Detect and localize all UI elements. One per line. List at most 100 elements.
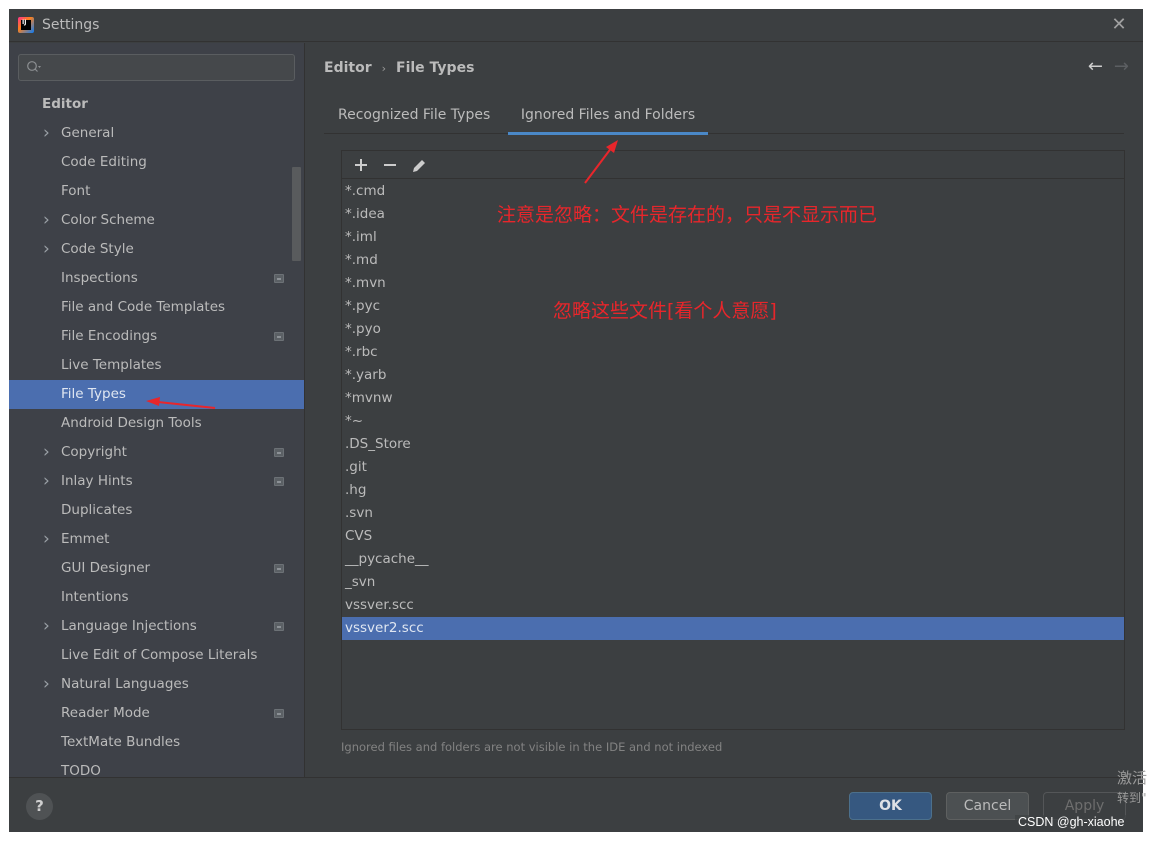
forward-arrow-icon[interactable]: → [1114, 56, 1129, 77]
list-item[interactable]: *mvnw [342, 387, 1124, 410]
help-button[interactable]: ? [26, 793, 53, 820]
add-icon[interactable] [350, 154, 372, 176]
sidebar-item-textmate-bundles[interactable]: TextMate Bundles [9, 728, 304, 757]
project-level-icon [274, 477, 284, 486]
sidebar-item-label: Inspections [61, 270, 138, 286]
sidebar-item-label: File Encodings [61, 328, 158, 344]
ignored-files-panel: *.cmd *.idea *.iml *.md *.mvn *.pyc *.pyo *.rbc… [341, 150, 1125, 730]
tab-bar: Recognized File Types Ignored Files and … [324, 101, 1124, 135]
sidebar-item-inspections[interactable]: Inspections [9, 264, 304, 293]
sidebar-item-live-edit-of-compose-literals[interactable]: Live Edit of Compose Literals [9, 641, 304, 670]
sidebar-item-label: Code Editing [61, 154, 147, 170]
window-title: Settings [42, 17, 100, 33]
breadcrumb: Editor › File Types [324, 60, 474, 76]
sidebar-item-editor[interactable]: Editor [9, 90, 304, 119]
chevron-right-icon[interactable]: › [43, 525, 55, 554]
sidebar-item-copyright[interactable]: › Copyright [9, 438, 304, 467]
sidebar-item-label: Editor [42, 96, 88, 112]
sidebar-item-inlay-hints[interactable]: › Inlay Hints [9, 467, 304, 496]
chevron-right-icon[interactable]: › [43, 670, 55, 699]
project-level-icon [274, 274, 284, 283]
sidebar-item-label: Live Templates [61, 357, 162, 373]
sidebar-item-font[interactable]: Font [9, 177, 304, 206]
annotation-note-ignore-these: 忽略这些文件[看个人意愿] [553, 300, 777, 322]
list-item[interactable]: .hg [342, 479, 1124, 502]
sidebar-item-code-style[interactable]: › Code Style [9, 235, 304, 264]
chevron-right-icon[interactable]: › [43, 438, 55, 467]
list-toolbar [342, 151, 1124, 179]
settings-tree: Editor › General Code Editing Font › Color Sch… [9, 90, 304, 777]
list-item[interactable]: .DS_Store [342, 433, 1124, 456]
back-arrow-icon[interactable]: ← [1088, 56, 1103, 77]
settings-search-box[interactable] [18, 54, 295, 81]
chevron-right-icon[interactable]: › [43, 206, 55, 235]
csdn-watermark: CSDN @gh-xiaohe [1015, 815, 1128, 829]
sidebar-item-file-and-code-templates[interactable]: File and Code Templates [9, 293, 304, 322]
settings-search-input[interactable] [45, 57, 285, 78]
remove-icon[interactable] [379, 154, 401, 176]
list-item[interactable]: __pycache__ [342, 548, 1124, 571]
list-item[interactable]: .git [342, 456, 1124, 479]
tab-ignored-files-and-folders[interactable]: Ignored Files and Folders [508, 101, 708, 135]
project-level-icon [274, 622, 284, 631]
list-item[interactable]: *.rbc [342, 341, 1124, 364]
list-item[interactable]: vssver.scc [342, 594, 1124, 617]
chevron-right-icon[interactable]: › [43, 235, 55, 264]
chevron-right-icon[interactable]: › [43, 467, 55, 496]
sidebar-item-intentions[interactable]: Intentions [9, 583, 304, 612]
sidebar-item-natural-languages[interactable]: › Natural Languages [9, 670, 304, 699]
list-item[interactable]: .svn [342, 502, 1124, 525]
close-icon[interactable]: ✕ [1109, 15, 1129, 35]
list-item[interactable]: _svn [342, 571, 1124, 594]
project-level-icon [274, 448, 284, 457]
sidebar-item-file-types[interactable]: File Types [9, 380, 304, 409]
breadcrumb-separator-icon: › [381, 61, 387, 75]
sidebar-item-duplicates[interactable]: Duplicates [9, 496, 304, 525]
sidebar-scrollbar[interactable] [292, 167, 301, 261]
sidebar-item-label: General [61, 125, 115, 141]
ok-button[interactable]: OK [849, 792, 932, 820]
sidebar-item-label: Live Edit of Compose Literals [61, 647, 258, 663]
sidebar-item-file-encodings[interactable]: File Encodings [9, 322, 304, 351]
sidebar-item-language-injections[interactable]: › Language Injections [9, 612, 304, 641]
sidebar-item-label: Emmet [61, 531, 110, 547]
sidebar-item-label: Code Style [61, 241, 134, 257]
sidebar-item-color-scheme[interactable]: › Color Scheme [9, 206, 304, 235]
list-item[interactable]: CVS [342, 525, 1124, 548]
sidebar-item-label: Duplicates [61, 502, 133, 518]
activation-line-2: 转到" [1117, 791, 1147, 805]
sidebar-item-label: Android Design Tools [61, 415, 202, 431]
project-level-icon [274, 709, 284, 718]
sidebar-item-label: TextMate Bundles [61, 734, 181, 750]
list-item[interactable]: vssver2.scc [342, 617, 1124, 640]
list-item[interactable]: *~ [342, 410, 1124, 433]
sidebar-item-label: TODO [61, 763, 101, 777]
settings-sidebar: Editor › General Code Editing Font › Color Sch… [9, 43, 304, 777]
sidebar-item-label: File and Code Templates [61, 299, 226, 315]
sidebar-item-label: Color Scheme [61, 212, 155, 228]
breadcrumb-parent[interactable]: Editor [324, 60, 372, 76]
chevron-right-icon[interactable]: › [43, 119, 55, 148]
sidebar-item-todo[interactable]: TODO [9, 757, 304, 777]
hint-text: Ignored files and folders are not visibl… [341, 740, 723, 754]
list-item[interactable]: *.yarb [342, 364, 1124, 387]
sidebar-item-android-design-tools[interactable]: Android Design Tools [9, 409, 304, 438]
intellij-idea-icon [18, 17, 34, 33]
sidebar-item-emmet[interactable]: › Emmet [9, 525, 304, 554]
tab-recognized-file-types[interactable]: Recognized File Types [324, 101, 504, 134]
list-item[interactable]: *.mvn [342, 272, 1124, 295]
list-item[interactable]: *.md [342, 249, 1124, 272]
chevron-right-icon[interactable]: › [43, 612, 55, 641]
sidebar-item-live-templates[interactable]: Live Templates [9, 351, 304, 380]
list-item[interactable]: *.iml [342, 226, 1124, 249]
edit-icon[interactable] [408, 154, 430, 176]
content-panel: Editor › File Types ← → Recognized File … [305, 43, 1143, 777]
sidebar-item-gui-designer[interactable]: GUI Designer [9, 554, 304, 583]
breadcrumb-current: File Types [396, 60, 475, 76]
activation-line-1: 激活 [1117, 769, 1148, 787]
sidebar-item-label: File Types [61, 386, 126, 402]
sidebar-item-code-editing[interactable]: Code Editing [9, 148, 304, 177]
sidebar-item-general[interactable]: › General [9, 119, 304, 148]
sidebar-item-reader-mode[interactable]: Reader Mode [9, 699, 304, 728]
sidebar-item-label: Font [61, 183, 91, 199]
